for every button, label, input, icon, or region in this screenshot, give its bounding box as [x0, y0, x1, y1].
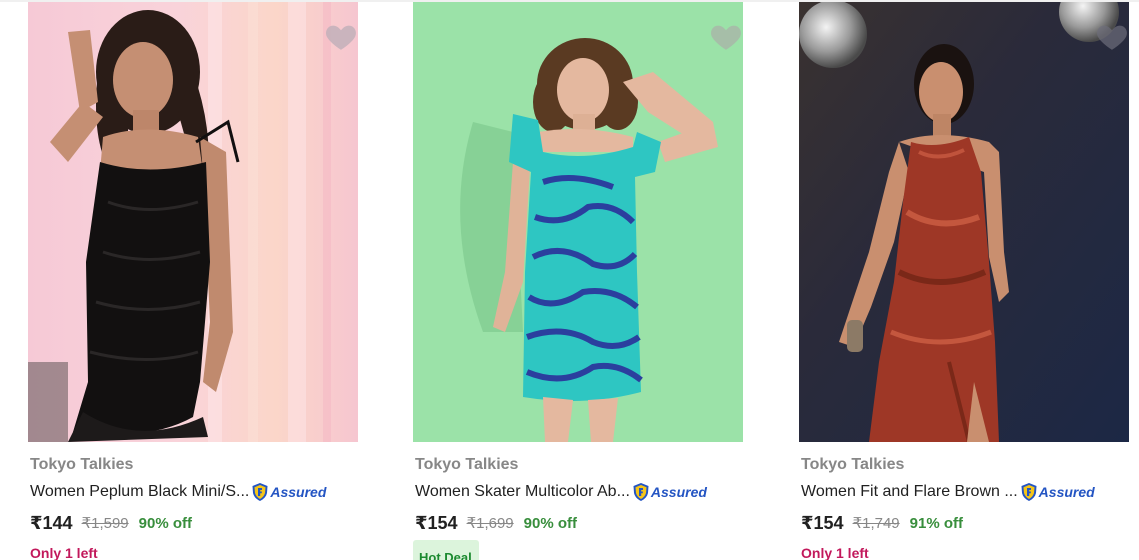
- assured-badge: Assured: [1020, 481, 1095, 503]
- product-title[interactable]: Women Fit and Flare Brown ...: [801, 483, 1018, 501]
- assured-shield-icon: [633, 483, 649, 501]
- assured-label: Assured: [270, 484, 327, 500]
- product-brand: Tokyo Talkies: [415, 456, 519, 473]
- product-photo-brown-dress: [799, 2, 1129, 442]
- assured-label: Assured: [1038, 484, 1095, 500]
- price-row: ₹154 ₹1,749 91% off: [801, 511, 963, 535]
- wishlist-heart-icon[interactable]: [709, 20, 743, 54]
- price-row: ₹154 ₹1,699 90% off: [415, 511, 577, 535]
- price-row: ₹144 ₹1,599 90% off: [30, 511, 192, 535]
- product-card[interactable]: Tokyo Talkies Women Peplum Black Mini/S.…: [28, 2, 358, 560]
- product-image[interactable]: [413, 2, 743, 442]
- wishlist-heart-icon[interactable]: [1095, 20, 1129, 54]
- product-image[interactable]: [28, 2, 358, 442]
- stock-note: Only 1 left: [801, 545, 869, 560]
- discount-label: 90% off: [523, 514, 577, 532]
- product-title-row: Women Peplum Black Mini/S... Assured: [30, 480, 358, 504]
- product-brand: Tokyo Talkies: [801, 456, 905, 473]
- assured-badge: Assured: [632, 481, 707, 503]
- product-photo-black-dress: [28, 2, 358, 442]
- original-price: ₹1,599: [81, 515, 129, 532]
- selling-price: ₹144: [30, 512, 73, 533]
- product-card[interactable]: Tokyo Talkies Women Fit and Flare Brown …: [799, 2, 1129, 560]
- discount-label: 91% off: [909, 514, 963, 532]
- product-title-row: Women Skater Multicolor Ab... Assured: [415, 480, 743, 504]
- discount-label: 90% off: [138, 514, 192, 532]
- product-image[interactable]: [799, 2, 1129, 442]
- selling-price: ₹154: [801, 512, 844, 533]
- product-photo-blue-dress: [413, 2, 743, 442]
- product-title[interactable]: Women Skater Multicolor Ab...: [415, 483, 630, 501]
- assured-label: Assured: [650, 484, 707, 500]
- product-card[interactable]: Tokyo Talkies Women Skater Multicolor Ab…: [413, 2, 743, 560]
- product-title[interactable]: Women Peplum Black Mini/S...: [30, 483, 249, 501]
- assured-shield-icon: [252, 483, 268, 501]
- original-price: ₹1,749: [852, 515, 900, 532]
- assured-shield-icon: [1021, 483, 1037, 501]
- wishlist-heart-icon[interactable]: [324, 20, 358, 54]
- hot-deal-badge: Hot Deal: [413, 540, 479, 560]
- stock-note: Only 1 left: [30, 545, 98, 560]
- product-title-row: Women Fit and Flare Brown ... Assured: [801, 480, 1129, 504]
- original-price: ₹1,699: [466, 515, 514, 532]
- selling-price: ₹154: [415, 512, 458, 533]
- product-grid: Tokyo Talkies Women Peplum Black Mini/S.…: [0, 0, 1139, 560]
- assured-badge: Assured: [251, 481, 326, 503]
- product-brand: Tokyo Talkies: [30, 456, 134, 473]
